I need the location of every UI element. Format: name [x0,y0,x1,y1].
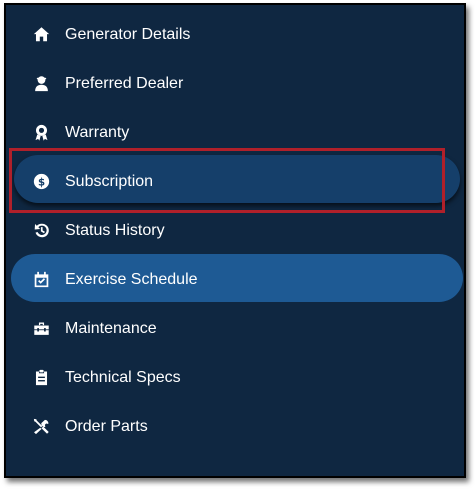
sidebar-item-label: Technical Specs [65,368,181,386]
sidebar-item-preferred-dealer[interactable]: Preferred Dealer [6,59,183,108]
sidebar-item-label: Subscription [65,172,154,190]
wrench-screwdriver-icon [32,418,50,436]
clipboard-icon [32,369,50,387]
toolbox-icon [32,320,50,338]
sidebar-item-label: Status History [65,221,165,239]
sidebar-item-label: Maintenance [65,319,157,337]
sidebar-item-maintenance[interactable]: Maintenance [6,304,157,353]
sidebar-item-label: Preferred Dealer [65,74,184,92]
svg-text:$: $ [37,177,44,188]
sidebar-item-order-parts[interactable]: Order Parts [6,402,148,451]
history-icon [32,222,50,240]
sidebar-item-exercise-schedule[interactable]: Exercise Schedule [6,255,198,304]
sidebar-item-status-history[interactable]: Status History [6,206,165,255]
sidebar-item-warranty[interactable]: Warranty [6,108,129,157]
sidebar-item-label: Order Parts [65,417,148,435]
sidebar-item-generator-details[interactable]: Generator Details [6,10,190,59]
sidebar-item-subscription[interactable]: $ Subscription [6,157,153,206]
dollar-circle-icon: $ [32,173,50,191]
sidebar-item-label: Warranty [65,123,130,141]
award-ribbon-icon [32,124,50,142]
sidebar-nav-panel: Generator Details Preferred Dealer Warra… [4,3,466,478]
home-icon [32,26,50,44]
sidebar-item-label: Generator Details [65,25,191,43]
sidebar-item-technical-specs[interactable]: Technical Specs [6,353,181,402]
sidebar-item-label: Exercise Schedule [65,270,198,288]
calendar-check-icon [32,271,50,289]
user-icon [32,75,50,93]
